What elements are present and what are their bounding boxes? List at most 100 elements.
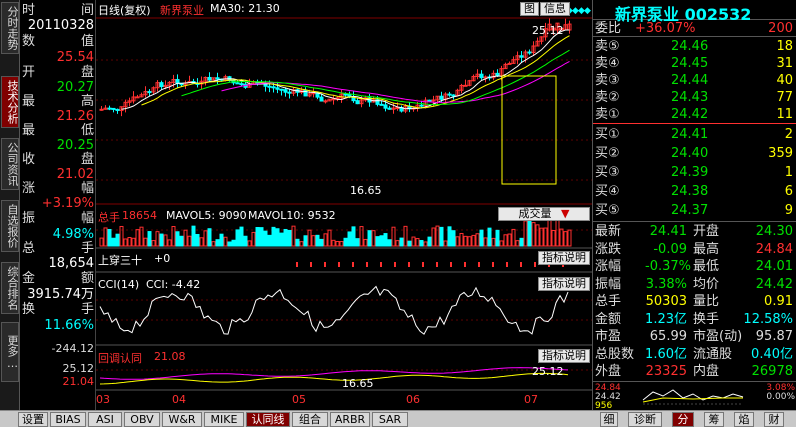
volume-bar (167, 239, 172, 247)
time-label-2: 间 (80, 3, 94, 18)
right-bottom-tab[interactable]: 筹 (704, 412, 724, 427)
row-label-l: 涨 (22, 181, 36, 196)
volume-bar (371, 230, 376, 247)
candle-body (527, 51, 532, 54)
candle-body (239, 83, 244, 86)
buy-level-row[interactable]: 买② 24.40 359 (593, 145, 796, 162)
row-label-l: 换 (22, 302, 36, 317)
buy-level-row[interactable]: 买① 24.41 2 (593, 126, 796, 143)
volume-bar (407, 240, 412, 247)
stat-value: 95.87 (755, 329, 793, 344)
sell-level-price: 24.45 (671, 56, 709, 71)
sell-level-row[interactable]: 卖④ 24.45 31 (593, 55, 796, 72)
row-label-l: 最 (22, 123, 36, 138)
row-label-r: 幅 (80, 181, 94, 196)
volume-bar (527, 218, 532, 247)
candle-body (215, 77, 220, 80)
data-panel: 时 间 20110328 数 值 25.54 开 盘 20.27 最 高 21.… (20, 0, 96, 410)
sell-level-row[interactable]: 卖① 24.42 11 (593, 106, 796, 123)
right-bottom-tab[interactable]: 诊断 (628, 412, 662, 427)
bottom-tab[interactable]: 认同线 (246, 412, 290, 427)
pullback-hi-label: 25.12 (532, 365, 564, 378)
bottom-tab[interactable]: MIKE (204, 412, 244, 427)
stat-value: 24.41 (649, 224, 687, 239)
stat-value: 24.42 (755, 276, 793, 292)
right-bottom-tab[interactable]: 细 (600, 412, 618, 427)
bottom-tab[interactable]: ASI (88, 412, 122, 427)
bottom-tab[interactable]: ARBR (330, 412, 370, 427)
sell-level-vol: 11 (776, 107, 793, 122)
volume-bar (487, 227, 492, 247)
bottom-tab[interactable]: SAR (372, 412, 408, 427)
ss-marker (408, 262, 410, 267)
volume-bar (135, 229, 140, 247)
bottom-tab[interactable]: W&R (162, 412, 202, 427)
bottom-tab[interactable]: 设置 (18, 412, 48, 427)
volume-bar (479, 229, 484, 247)
volume-bar (339, 241, 344, 247)
quote-title-bar: 新界泵业 002532 (593, 0, 796, 24)
stat-value: 0.40亿 (751, 346, 793, 362)
bottom-tab[interactable]: 组合 (292, 412, 328, 427)
volume-bar (431, 227, 436, 247)
bottom-tab[interactable]: OBV (124, 412, 160, 427)
x-tick: 04 (172, 393, 186, 406)
tab-watchlist[interactable]: 自选报价 (1, 200, 19, 252)
buy-level-row[interactable]: 买④ 24.38 6 (593, 183, 796, 200)
volume-bar (187, 235, 192, 247)
chart-button-info[interactable]: 信息 (540, 2, 570, 16)
kline-chart-svg[interactable]: ◆◆◆◆◆◆ (96, 0, 592, 410)
volume-bar (419, 240, 424, 247)
volume-bar (215, 239, 220, 247)
chart-area[interactable]: ◆◆◆◆◆◆ 日线(复权) 新界泵业 MA30: 21.30 图 信息 25.1… (96, 0, 592, 410)
mini-intraday-chart[interactable]: 24.84 3.08% 24.42 0.00% 956 (593, 381, 796, 411)
ss-marker (436, 262, 438, 267)
ma20-line (181, 49, 570, 106)
candle-body (383, 104, 388, 109)
bottom-tab[interactable]: BIAS (50, 412, 86, 427)
volume-bar (563, 231, 568, 247)
cci-indicator-help[interactable]: 指标说明 (538, 277, 590, 291)
right-bottom-tab[interactable]: 财 (764, 412, 784, 427)
buy-level-row[interactable]: 买③ 24.39 1 (593, 164, 796, 181)
ss-marker (520, 262, 522, 267)
row-label-l: 数 (22, 34, 36, 49)
tab-technical[interactable]: 技术分析 (1, 76, 19, 128)
tab-ranking[interactable]: 综合排名 (1, 262, 19, 314)
sell-level-row[interactable]: 卖⑤ 24.46 18 (593, 38, 796, 55)
right-bottom-tab[interactable]: 焰 (734, 412, 754, 427)
right-bottom-tab[interactable]: 分 (672, 412, 694, 427)
x-tick: 06 (406, 393, 420, 406)
volume-bar (159, 233, 164, 247)
sell-level-row[interactable]: 卖③ 24.44 40 (593, 72, 796, 89)
tab-intraday[interactable]: 分时走势 (1, 2, 19, 54)
volume-bar (567, 229, 572, 247)
sell-level-row[interactable]: 卖② 24.43 77 (593, 89, 796, 106)
volume-bar (271, 226, 276, 247)
candle-body (507, 62, 512, 65)
row-label-r: 额 (80, 271, 94, 286)
row-label-r: 高 (80, 94, 94, 109)
low-value: 21.26 (56, 109, 94, 124)
ss-indicator-help[interactable]: 指标说明 (538, 251, 590, 265)
sell-level-label: 卖③ (595, 73, 620, 88)
pullback-indicator-help[interactable]: 指标说明 (538, 349, 590, 363)
pullback-label: 回调认同 (98, 352, 142, 365)
high-value: 20.27 (56, 80, 94, 95)
volume-bar (399, 237, 404, 247)
sell-level-vol: 77 (776, 90, 793, 105)
tab-more[interactable]: 更多… (1, 322, 19, 382)
stat-value: 26978 (751, 364, 793, 379)
buy-level-label: 买⑤ (595, 203, 620, 218)
buy-level-vol: 359 (768, 146, 793, 161)
volume-bar (499, 240, 504, 247)
chevron-down-icon: ▼ (561, 207, 570, 220)
tab-company-info[interactable]: 公司资讯 (1, 138, 19, 190)
buy-level-row[interactable]: 买⑤ 24.37 9 (593, 202, 796, 219)
stat-row: 市盈 65.99 市盈(动) 95.87 (593, 328, 796, 345)
volume-dropdown[interactable]: 成交量 ▼ (498, 207, 590, 221)
volume-bar (103, 227, 108, 247)
chart-button-image[interactable]: 图 (520, 2, 539, 16)
volume-bar (467, 236, 472, 247)
volume-bar (111, 237, 116, 247)
